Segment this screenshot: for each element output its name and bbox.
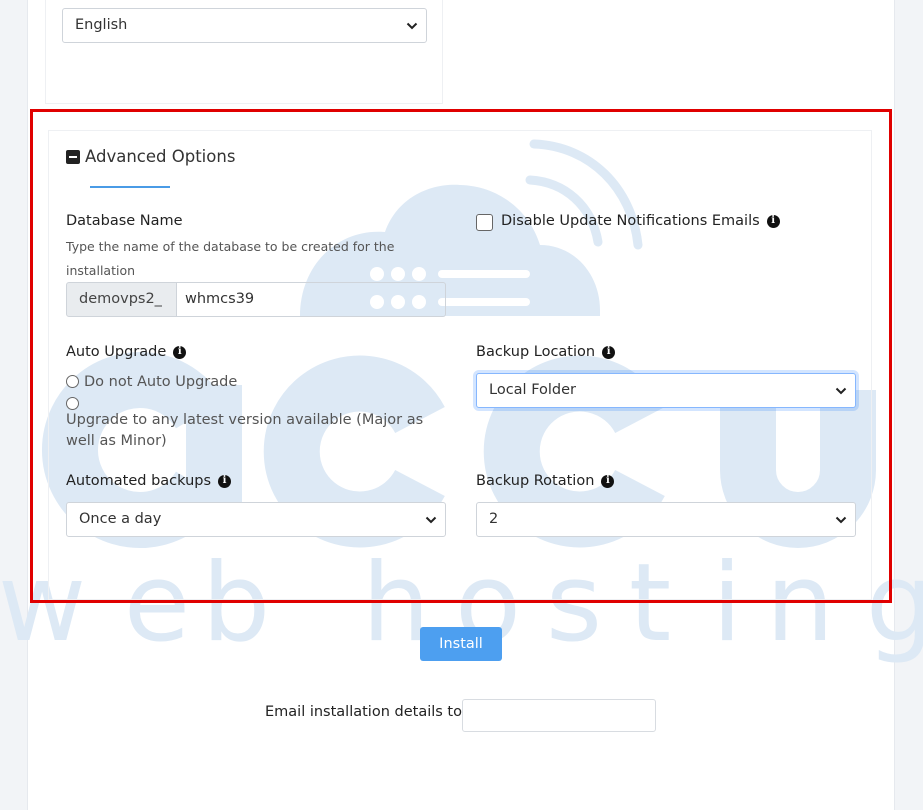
language-select-value: English <box>75 17 128 33</box>
chevron-down-icon <box>406 9 418 42</box>
install-button[interactable]: Install <box>420 627 502 661</box>
highlight-frame <box>30 109 892 603</box>
language-select[interactable]: English <box>62 8 427 43</box>
email-details-input[interactable] <box>462 699 656 732</box>
email-details-label: Email installation details to : <box>265 704 472 720</box>
